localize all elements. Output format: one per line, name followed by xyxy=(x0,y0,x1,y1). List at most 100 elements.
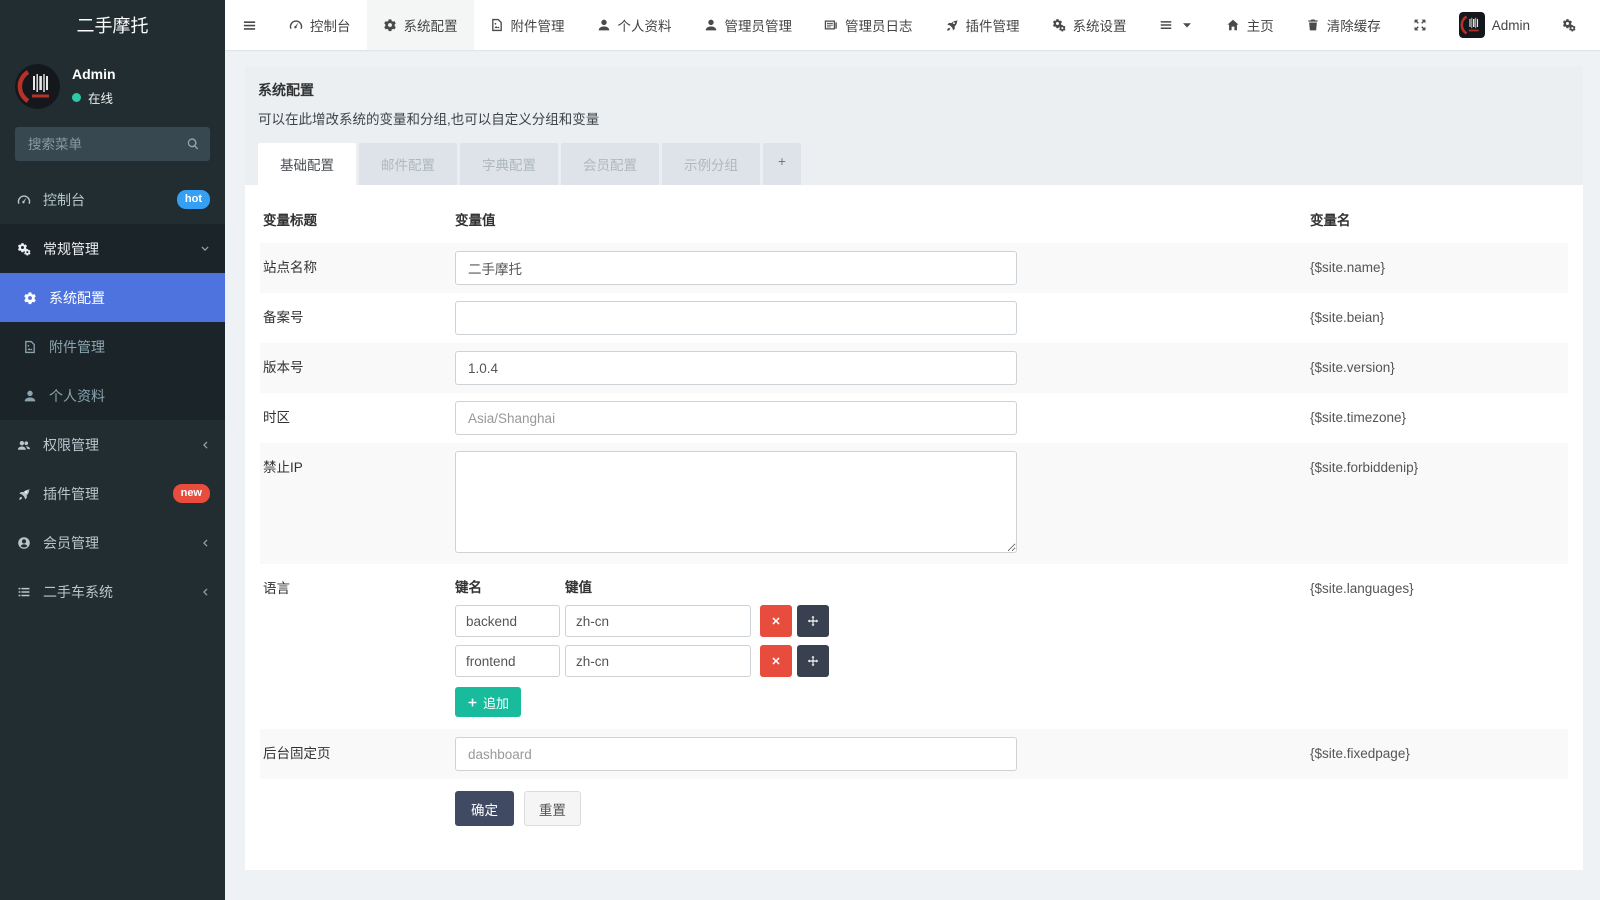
chevron-down-icon xyxy=(200,244,210,254)
page-title: 系统配置 xyxy=(258,80,1570,100)
move-row-button[interactable] xyxy=(797,605,829,637)
text-input[interactable] xyxy=(455,401,1017,435)
form-row: 禁止IP {$site.forbiddenip} xyxy=(260,443,1568,564)
sidebar-item[interactable]: 附件管理 xyxy=(0,322,225,371)
variable-name: {$site.name} xyxy=(1310,260,1385,275)
topnav-item-3[interactable]: 附件管理 xyxy=(474,0,581,50)
avatar xyxy=(1459,12,1485,38)
delete-row-button[interactable] xyxy=(760,605,792,637)
tab-1[interactable]: 基础配置 xyxy=(258,143,356,185)
brand[interactable]: 二手摩托 xyxy=(0,0,225,50)
topnav-item-4[interactable]: 个人资料 xyxy=(581,0,688,50)
search-icon[interactable] xyxy=(186,137,200,151)
form-row: 备案号 {$site.beian} xyxy=(260,293,1568,343)
text-input[interactable] xyxy=(455,351,1017,385)
user-status[interactable]: 在线 xyxy=(72,88,116,107)
sidebar-item[interactable]: 二手车系统 xyxy=(0,567,225,616)
gear-icon xyxy=(21,291,39,305)
main-content: 系统配置 可以在此增改系统的变量和分组,也可以自定义分组和变量 基础配置邮件配置… xyxy=(225,50,1600,900)
sidebar-menu: 控制台 hot 常规管理 系统配置 附件管理 个人资料 权限管理 插件管理 ne… xyxy=(0,175,225,616)
panel-heading: 系统配置 可以在此增改系统的变量和分组,也可以自定义分组和变量 基础配置邮件配置… xyxy=(245,66,1583,185)
sidebar-item[interactable]: 插件管理 new xyxy=(0,469,225,518)
user-status-label: 在线 xyxy=(88,88,113,107)
badge: new xyxy=(173,484,210,502)
topnav: 控制台 系统配置 附件管理 个人资料 管理员管理 管理员日志 插件管理 系统设置… xyxy=(225,0,1600,50)
move-row-button[interactable] xyxy=(797,645,829,677)
topnav-item-8[interactable]: 系统设置 xyxy=(1036,0,1143,50)
user-icon xyxy=(21,389,39,403)
variable-name: {$site.beian} xyxy=(1310,310,1384,325)
sidebar-toggle-button[interactable] xyxy=(225,0,273,50)
badge: hot xyxy=(177,190,210,208)
cogs-icon xyxy=(1562,18,1576,32)
variable-name: {$site.languages} xyxy=(1310,581,1414,596)
topnav-item-6[interactable]: 管理员日志 xyxy=(808,0,929,50)
chevron-left-icon xyxy=(200,440,210,450)
fullscreen-button[interactable] xyxy=(1397,0,1443,50)
tab-5[interactable]: 示例分组 xyxy=(662,143,760,185)
kv-value-input[interactable] xyxy=(565,645,751,677)
sidebar-treeview: 常规管理 系统配置 附件管理 个人资料 xyxy=(0,224,225,420)
clear-cache-link[interactable]: 清除缓存 xyxy=(1290,0,1397,50)
user-name: Admin xyxy=(72,66,116,82)
add-tab-button[interactable]: + xyxy=(763,143,801,185)
file-icon xyxy=(490,18,504,32)
kv-value-input[interactable] xyxy=(565,605,751,637)
column-header: 变量值 xyxy=(455,209,1310,229)
newspaper-icon xyxy=(824,18,838,32)
form-row: 语言 键名 键值 追加 {$site.langu xyxy=(260,564,1568,729)
kv-key-input[interactable] xyxy=(455,645,560,677)
tab-4[interactable]: 会员配置 xyxy=(561,143,659,185)
sidebar-item[interactable]: 个人资料 xyxy=(0,371,225,420)
topnav-item-1[interactable]: 控制台 xyxy=(273,0,367,50)
file-icon xyxy=(21,340,39,354)
sidebar-item[interactable]: 会员管理 xyxy=(0,518,225,567)
append-button[interactable]: 追加 xyxy=(455,687,521,717)
variable-name: {$site.fixedpage} xyxy=(1310,746,1410,761)
delete-row-button[interactable] xyxy=(760,645,792,677)
plus-icon xyxy=(467,697,478,708)
topnav-item-7[interactable]: 插件管理 xyxy=(929,0,1036,50)
sidebar-item[interactable]: 权限管理 xyxy=(0,420,225,469)
page-description: 可以在此增改系统的变量和分组,也可以自定义分组和变量 xyxy=(258,108,1570,128)
text-input[interactable] xyxy=(455,737,1017,771)
rocket-icon xyxy=(15,487,33,501)
kv-value-header: 键值 xyxy=(565,576,592,596)
topnav-menu-dropdown[interactable] xyxy=(1143,0,1210,50)
kv-key-input[interactable] xyxy=(455,605,560,637)
kv-row xyxy=(455,645,1310,677)
fullscreen-icon xyxy=(1413,18,1427,32)
sidebar-submenu: 系统配置 附件管理 个人资料 xyxy=(0,273,225,420)
cogs-icon xyxy=(1052,18,1066,32)
submit-button[interactable]: 确定 xyxy=(455,791,514,826)
form-rows: 站点名称 {$site.name} 备案号 {$site.beian} 版本号 … xyxy=(260,243,1568,779)
trash-icon xyxy=(1306,18,1320,32)
sidebar-item[interactable]: 常规管理 xyxy=(0,224,225,273)
sidebar-item[interactable]: 控制台 hot xyxy=(0,175,225,224)
topnav-right: 主页 清除缓存 Admin xyxy=(1143,0,1600,50)
gauge-icon xyxy=(15,193,33,207)
user-menu[interactable]: Admin xyxy=(1443,0,1546,50)
chevron-left-icon xyxy=(200,587,210,597)
reset-button[interactable]: 重置 xyxy=(524,791,581,826)
textarea-input[interactable] xyxy=(455,451,1017,553)
topnav-item-2[interactable]: 系统配置 xyxy=(367,0,474,50)
text-input[interactable] xyxy=(455,251,1017,285)
rocket-icon xyxy=(945,18,959,32)
cogs-icon xyxy=(15,242,33,256)
config-tabs: 基础配置邮件配置字典配置会员配置示例分组+ xyxy=(258,143,1570,185)
list-icon xyxy=(15,585,33,599)
text-input[interactable] xyxy=(455,301,1017,335)
tab-3[interactable]: 字典配置 xyxy=(460,143,558,185)
settings-button[interactable] xyxy=(1546,0,1592,50)
tab-2[interactable]: 邮件配置 xyxy=(359,143,457,185)
topnav-items: 控制台 系统配置 附件管理 个人资料 管理员管理 管理员日志 插件管理 系统设置 xyxy=(273,0,1143,50)
row-label: 时区 xyxy=(263,410,290,425)
list-icon xyxy=(1159,18,1173,32)
form-row: 版本号 {$site.version} xyxy=(260,343,1568,393)
search-input[interactable] xyxy=(15,127,210,161)
sidebar-item[interactable]: 系统配置 xyxy=(0,273,225,322)
avatar xyxy=(15,64,60,109)
home-link[interactable]: 主页 xyxy=(1210,0,1290,50)
topnav-item-5[interactable]: 管理员管理 xyxy=(688,0,809,50)
